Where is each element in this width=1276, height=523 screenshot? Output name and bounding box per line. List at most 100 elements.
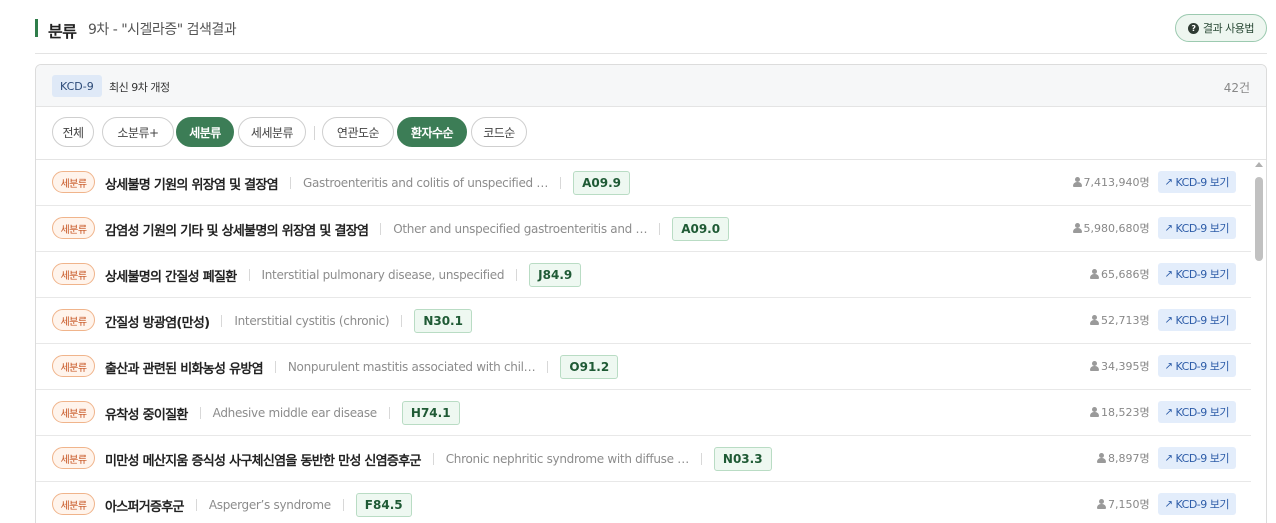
kcd-view-button[interactable]: ↗ KCD-9 보기 xyxy=(1157,217,1236,239)
disease-code[interactable]: A09.9 xyxy=(573,171,630,195)
patient-count-value: 5,980,680명 xyxy=(1083,222,1150,235)
disease-name-ko[interactable]: 간질성 방광염(만성) xyxy=(105,312,210,331)
table-row[interactable]: 세분류 상세불명의 간질성 폐질환 Interstitial pulmonary… xyxy=(36,252,1251,298)
list-scrollbar[interactable] xyxy=(1252,160,1266,523)
scroll-up-arrow-icon[interactable] xyxy=(1255,162,1263,167)
kcd-view-button[interactable]: ↗ KCD-9 보기 xyxy=(1157,401,1236,423)
patient-count-value: 7,413,940명 xyxy=(1083,176,1150,189)
filter-all[interactable]: 전체 xyxy=(52,117,94,147)
disease-name-en: Chronic nephritic syndrome with diffuse … xyxy=(445,452,689,466)
external-link-icon: ↗ xyxy=(1164,314,1173,326)
kcd-view-button[interactable]: ↗ KCD-9 보기 xyxy=(1157,447,1236,469)
filter-detail-category[interactable]: 세분류 xyxy=(176,117,234,147)
divider xyxy=(659,223,661,235)
disease-name-ko[interactable]: 아스퍼거증후군 xyxy=(105,496,185,515)
table-row[interactable]: 세분류 출산과 관련된 비화농성 유방염 Nonpurulent mastiti… xyxy=(36,344,1251,390)
divider xyxy=(221,315,223,327)
divider xyxy=(199,407,201,419)
sort-patient-count[interactable]: 환자수순 xyxy=(397,117,467,147)
disease-name-en: Asperger’s syndrome xyxy=(208,498,331,512)
divider xyxy=(342,499,344,511)
external-link-icon: ↗ xyxy=(1164,360,1173,372)
revision-label: 최신 9차 개정 xyxy=(109,81,170,94)
search-subtitle: 9차 - "시겔라증" 검색결과 xyxy=(88,22,237,38)
category-level-tag: 세분류 xyxy=(52,217,95,239)
category-level-tag: 세분류 xyxy=(52,493,95,515)
disease-name-en: Interstitial cystitis (chronic) xyxy=(234,314,390,328)
divider xyxy=(274,361,276,373)
divider xyxy=(700,453,702,465)
divider xyxy=(380,223,382,235)
category-level-tag: 세분류 xyxy=(52,171,95,193)
table-row[interactable]: 세분류 아스퍼거증후군 Asperger’s syndrome F84.5 7,… xyxy=(36,482,1251,523)
disease-name-en: Adhesive middle ear disease xyxy=(212,406,378,420)
patient-count: 7,150명 xyxy=(1097,496,1150,512)
results-panel: KCD-9 최신 9차 개정 42건 전체 소분류+ 세분류 세세분류 연관도순… xyxy=(35,64,1267,523)
divider xyxy=(388,407,390,419)
kcd-view-button[interactable]: ↗ KCD-9 보기 xyxy=(1157,263,1236,285)
category-level-tag: 세분류 xyxy=(52,401,95,423)
person-icon xyxy=(1072,223,1082,233)
disease-name-en: Other and unspecified gastroenteritis an… xyxy=(393,222,648,236)
category-level-tag: 세분류 xyxy=(52,263,95,285)
divider xyxy=(248,269,250,281)
patient-count-value: 8,897명 xyxy=(1108,452,1150,465)
disease-name-ko[interactable]: 유착성 중이질환 xyxy=(105,404,188,423)
table-row[interactable]: 세분류 유착성 중이질환 Adhesive middle ear disease… xyxy=(36,390,1251,436)
disease-code[interactable]: N03.3 xyxy=(713,447,772,471)
header-accent-bar xyxy=(35,19,38,37)
person-icon xyxy=(1090,407,1100,417)
kcd-view-button[interactable]: ↗ KCD-9 보기 xyxy=(1157,171,1236,193)
patient-count-value: 52,713명 xyxy=(1101,314,1150,327)
filter-subdetail-category[interactable]: 세세분류 xyxy=(238,117,306,147)
divider xyxy=(432,453,434,465)
table-row[interactable]: 세분류 상세불명 기원의 위장염 및 결장염 Gastroenteritis a… xyxy=(36,160,1251,206)
usage-guide-button[interactable]: ? 결과 사용법 xyxy=(1174,14,1267,42)
sort-code[interactable]: 코드순 xyxy=(471,117,527,147)
disease-code[interactable]: N30.1 xyxy=(414,309,472,333)
person-icon xyxy=(1090,361,1100,371)
person-icon xyxy=(1090,269,1100,279)
table-row[interactable]: 세분류 감염성 기원의 기타 및 상세불명의 위장염 및 결장염 Other a… xyxy=(36,206,1251,252)
external-link-icon: ↗ xyxy=(1164,498,1173,510)
disease-code[interactable]: J84.9 xyxy=(529,263,582,287)
kcd-view-button[interactable]: ↗ KCD-9 보기 xyxy=(1157,493,1236,515)
person-icon xyxy=(1090,315,1100,325)
patient-count-value: 18,523명 xyxy=(1101,406,1150,419)
kcd-view-label: KCD-9 보기 xyxy=(1175,314,1230,327)
disease-code[interactable]: O91.2 xyxy=(560,355,619,379)
filter-subcategory-plus[interactable]: 소분류+ xyxy=(102,117,174,147)
category-level-tag: 세분류 xyxy=(52,355,95,377)
disease-name-en: Interstitial pulmonary disease, unspecif… xyxy=(261,268,505,282)
question-icon: ? xyxy=(1187,22,1199,34)
table-row[interactable]: 세분류 미만성 메산지움 증식성 사구체신염을 동반한 만성 신염증후군 Chr… xyxy=(36,436,1251,482)
disease-code[interactable]: F84.5 xyxy=(355,493,412,517)
external-link-icon: ↗ xyxy=(1164,452,1173,464)
table-row[interactable]: 세분류 간질성 방광염(만성) Interstitial cystitis (c… xyxy=(36,298,1251,344)
kcd-view-label: KCD-9 보기 xyxy=(1175,268,1230,281)
divider xyxy=(401,315,403,327)
patient-count: 8,897명 xyxy=(1097,450,1150,466)
person-icon xyxy=(1072,177,1082,187)
kcd-view-button[interactable]: ↗ KCD-9 보기 xyxy=(1157,355,1236,377)
kcd-view-label: KCD-9 보기 xyxy=(1175,360,1230,373)
patient-count: 7,413,940명 xyxy=(1072,174,1150,190)
category-level-tag: 세분류 xyxy=(52,447,95,469)
kcd-view-button[interactable]: ↗ KCD-9 보기 xyxy=(1157,309,1236,331)
disease-name-ko[interactable]: 출산과 관련된 비화농성 유방염 xyxy=(105,358,264,377)
sort-relevance[interactable]: 연관도순 xyxy=(322,117,394,147)
disease-code[interactable]: H74.1 xyxy=(401,401,460,425)
disease-name-en: Nonpurulent mastitis associated with chi… xyxy=(287,360,536,374)
disease-code[interactable]: A09.0 xyxy=(672,217,730,241)
disease-name-ko[interactable]: 상세불명의 간질성 폐질환 xyxy=(105,266,237,285)
disease-name-ko[interactable]: 감염성 기원의 기타 및 상세불명의 위장염 및 결장염 xyxy=(105,220,369,239)
patient-count: 18,523명 xyxy=(1090,404,1150,420)
usage-guide-label: 결과 사용법 xyxy=(1202,22,1255,35)
patient-count: 65,686명 xyxy=(1090,266,1150,282)
scrollbar-thumb[interactable] xyxy=(1255,177,1263,261)
disease-name-ko[interactable]: 상세불명 기원의 위장염 및 결장염 xyxy=(105,174,279,193)
disease-name-ko[interactable]: 미만성 메산지움 증식성 사구체신염을 동반한 만성 신염증후군 xyxy=(105,450,421,469)
external-link-icon: ↗ xyxy=(1164,268,1173,280)
disease-name-en: Gastroenteritis and colitis of unspecifi… xyxy=(302,176,549,190)
patient-count-value: 34,395명 xyxy=(1101,360,1150,373)
